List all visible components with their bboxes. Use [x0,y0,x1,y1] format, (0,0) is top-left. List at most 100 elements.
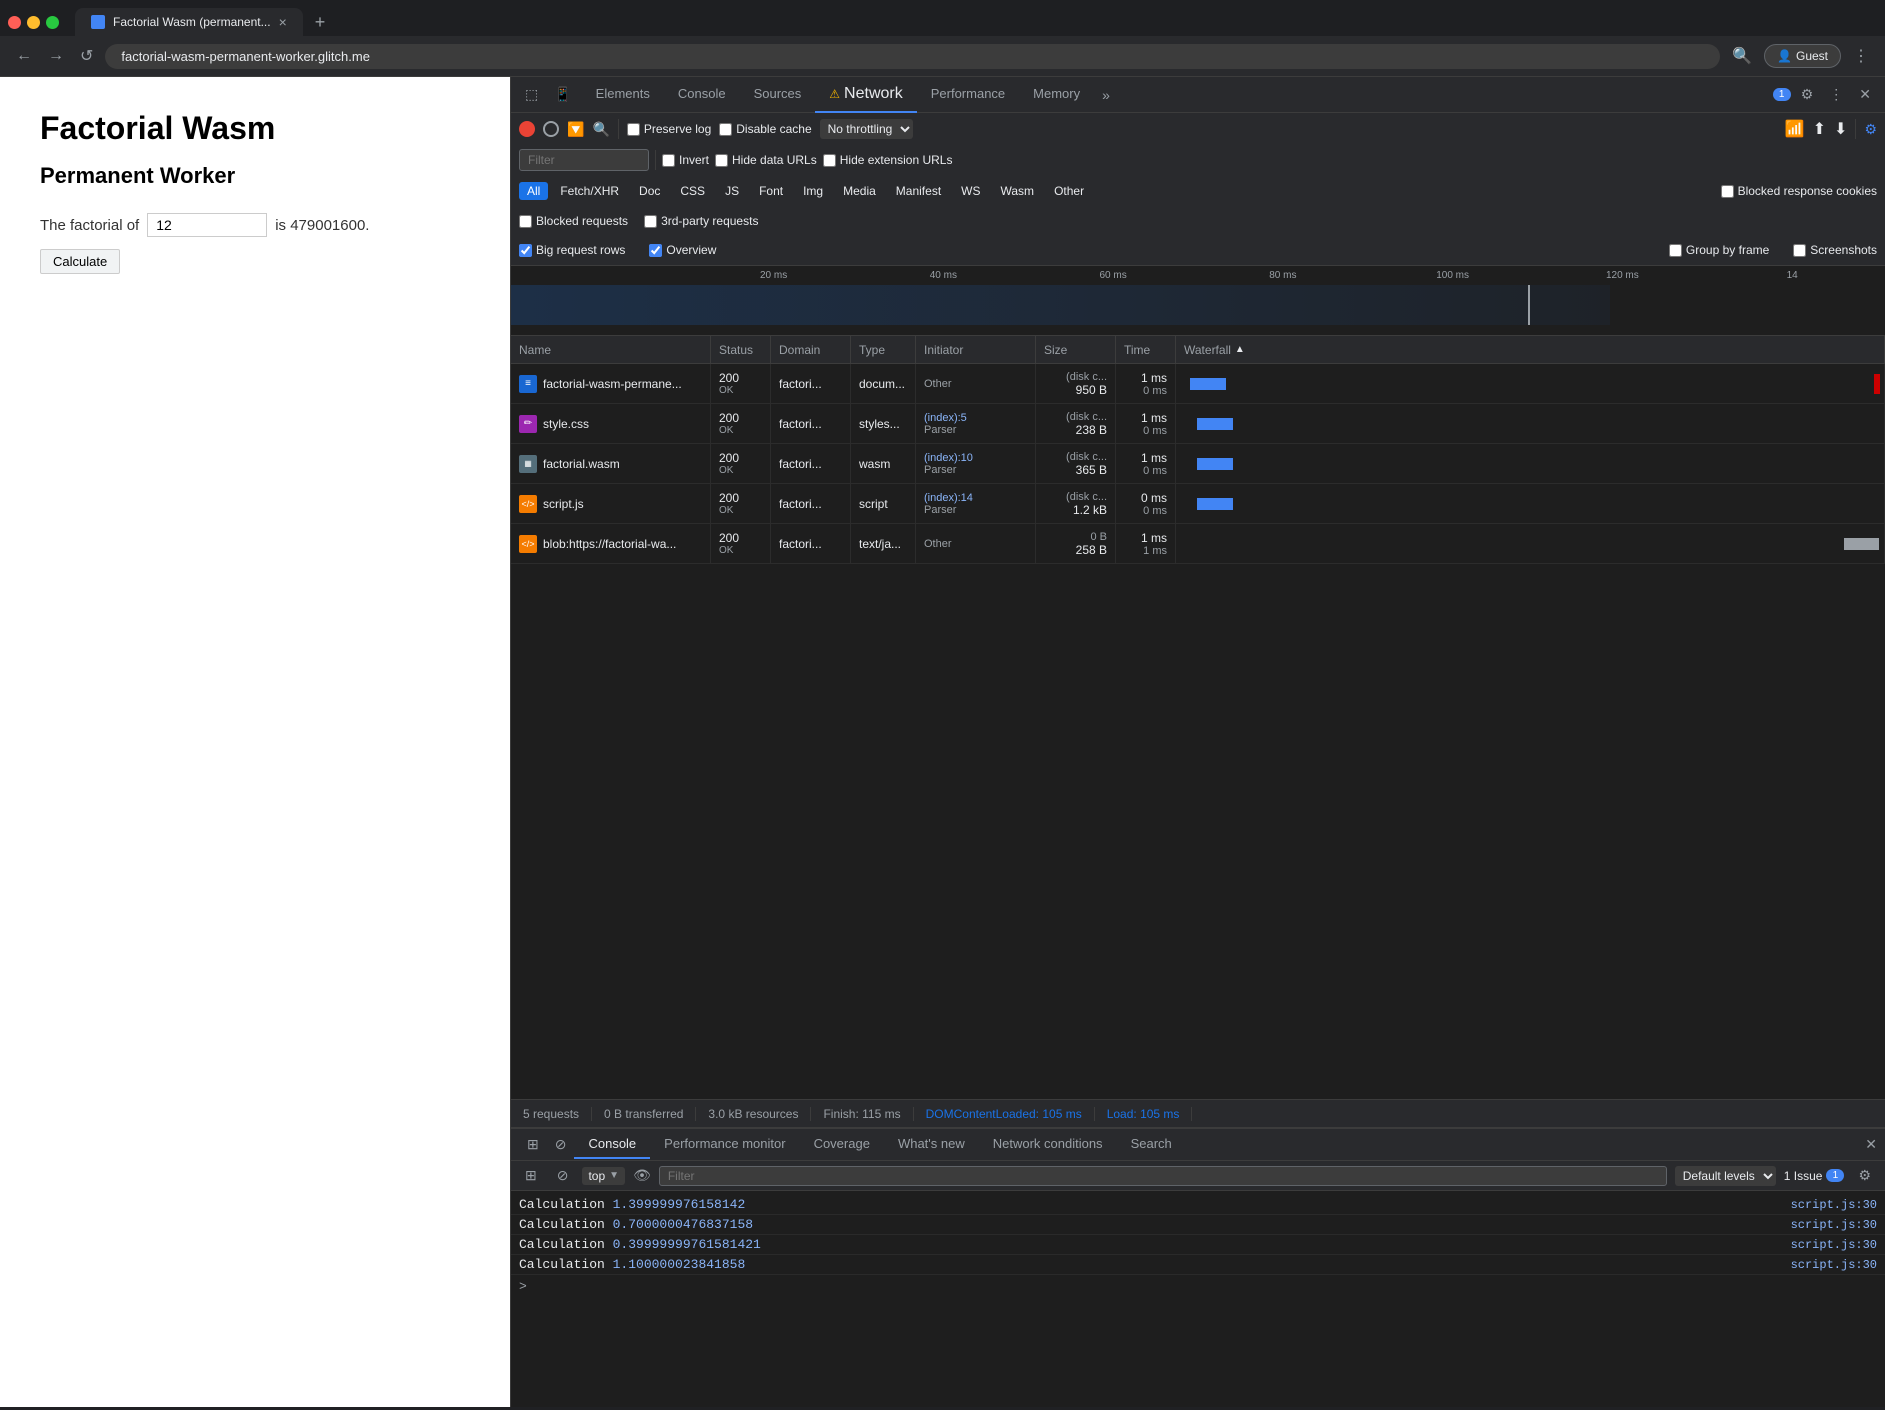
invert-checkbox[interactable] [662,154,675,167]
back-btn[interactable]: ← [12,43,36,69]
tab-close-btn[interactable]: × [279,14,287,30]
blocked-cookies-label[interactable]: Blocked response cookies [1721,184,1877,198]
browser-tab[interactable]: Factorial Wasm (permanent... × [75,8,303,36]
close-traffic-light[interactable] [8,16,21,29]
tab-memory[interactable]: Memory [1019,78,1094,111]
reload-btn[interactable]: ↺ [76,42,97,70]
th-initiator[interactable]: Initiator [916,336,1036,363]
tab-performance[interactable]: Performance [917,78,1019,111]
network-table[interactable]: ≡ factorial-wasm-permane... 200 OK facto… [511,364,1885,1099]
throttle-select[interactable]: No throttling [820,119,913,139]
type-filter-all[interactable]: All [519,182,548,200]
bottom-tab-console[interactable]: Console [574,1130,650,1159]
tab-more-btn[interactable]: » [1094,83,1118,107]
clear-btn[interactable] [543,121,559,137]
console-prompt[interactable]: > [511,1275,1885,1298]
third-party-checkbox[interactable] [644,215,657,228]
upload-icon[interactable]: ⬆ [1813,119,1826,139]
console-clear-icon[interactable]: ⊘ [551,1163,575,1188]
table-row[interactable]: </> script.js 200 OK factori... script (… [511,484,1885,524]
record-btn[interactable] [519,121,535,137]
console-level-select[interactable]: Default levels [1675,1166,1776,1186]
bottom-tab-performance[interactable]: Performance monitor [650,1130,799,1159]
console-eye-icon[interactable]: 👁 [633,1167,651,1184]
th-time[interactable]: Time [1116,336,1176,363]
bottom-tab-network-conditions[interactable]: Network conditions [979,1130,1117,1159]
screenshots-checkbox[interactable] [1793,244,1806,257]
preserve-log-checkbox[interactable] [627,123,640,136]
type-filter-ws[interactable]: WS [953,182,988,200]
bottom-tab-coverage[interactable]: Coverage [800,1130,884,1159]
type-filter-other[interactable]: Other [1046,182,1092,200]
zoom-btn[interactable]: 🔍 [1728,42,1756,70]
th-size[interactable]: Size [1036,336,1116,363]
table-row[interactable]: ▦ factorial.wasm 200 OK factori... wasm … [511,444,1885,484]
factorial-input[interactable] [147,213,267,237]
disable-cache-label[interactable]: Disable cache [719,122,811,136]
console-link-1[interactable]: script.js:30 [1791,1198,1877,1212]
hide-ext-urls-label[interactable]: Hide extension URLs [823,153,953,167]
type-filter-js[interactable]: JS [717,182,747,200]
invert-label[interactable]: Invert [662,153,709,167]
overview-label[interactable]: Overview [649,243,716,257]
console-filter-input[interactable] [659,1166,1667,1186]
tab-sources[interactable]: Sources [740,78,816,111]
console-link-3[interactable]: script.js:30 [1791,1238,1877,1252]
disable-cache-checkbox[interactable] [719,123,732,136]
console-issues-btn[interactable]: 1 Issue 1 [1784,1169,1845,1183]
console-context-selector[interactable]: top ▼ [582,1167,625,1185]
th-name[interactable]: Name [511,336,711,363]
big-rows-checkbox[interactable] [519,244,532,257]
initiator-link-2[interactable]: (index):5 [924,412,967,424]
type-filter-font[interactable]: Font [751,182,791,200]
tab-elements[interactable]: Elements [582,78,664,111]
download-icon[interactable]: ⬇ [1834,119,1847,139]
address-bar[interactable]: factorial-wasm-permanent-worker.glitch.m… [105,44,1720,69]
hide-data-urls-checkbox[interactable] [715,154,728,167]
calculate-btn[interactable]: Calculate [40,249,120,274]
type-filter-doc[interactable]: Doc [631,182,668,200]
table-row[interactable]: ✏ style.css 200 OK factori... styles... … [511,404,1885,444]
network-settings-icon[interactable]: ⚙ [1864,121,1877,138]
bottom-tab-search[interactable]: Search [1117,1130,1186,1159]
type-filter-img[interactable]: Img [795,182,831,200]
type-filter-media[interactable]: Media [835,182,884,200]
devtools-close-btn[interactable]: ✕ [1853,82,1877,107]
initiator-link-3[interactable]: (index):10 [924,452,973,464]
minimize-traffic-light[interactable] [27,16,40,29]
type-filter-css[interactable]: CSS [672,182,713,200]
tab-console[interactable]: Console [664,78,740,111]
bottom-tab-whatsnew[interactable]: What's new [884,1130,979,1159]
table-row[interactable]: </> blob:https://factorial-wa... 200 OK … [511,524,1885,564]
hide-ext-urls-checkbox[interactable] [823,154,836,167]
type-filter-fetch[interactable]: Fetch/XHR [552,182,627,200]
console-link-2[interactable]: script.js:30 [1791,1218,1877,1232]
devtools-settings-btn[interactable]: ⚙ [1795,82,1820,107]
filter-input[interactable] [519,149,649,171]
table-row[interactable]: ≡ factorial-wasm-permane... 200 OK facto… [511,364,1885,404]
preserve-log-label[interactable]: Preserve log [627,122,711,136]
group-by-frame-label[interactable]: Group by frame [1669,243,1769,257]
th-type[interactable]: Type [851,336,916,363]
blocked-requests-checkbox[interactable] [519,215,532,228]
devtools-more-btn[interactable]: ⋮ [1823,82,1849,107]
forward-btn[interactable]: → [44,43,68,69]
filter-icon-btn[interactable]: 🔽 [567,121,584,138]
console-sidebar-icon[interactable]: ⊞ [519,1163,543,1188]
big-rows-label[interactable]: Big request rows [519,243,625,257]
th-status[interactable]: Status [711,336,771,363]
guest-btn[interactable]: 👤 Guest [1764,44,1841,68]
devtools-select-icon[interactable]: ⬚ [519,82,544,107]
bottom-panel-close[interactable]: ✕ [1865,1136,1877,1153]
third-party-label[interactable]: 3rd-party requests [644,214,758,228]
initiator-link-4[interactable]: (index):14 [924,492,973,504]
th-domain[interactable]: Domain [771,336,851,363]
th-waterfall[interactable]: Waterfall ▲ [1176,336,1885,363]
screenshots-label[interactable]: Screenshots [1793,243,1877,257]
bottom-panel-clear[interactable]: ⊘ [547,1132,575,1157]
type-filter-wasm[interactable]: Wasm [993,182,1043,200]
more-btn[interactable]: ⋮ [1849,42,1873,70]
group-by-frame-checkbox[interactable] [1669,244,1682,257]
devtools-device-icon[interactable]: 📱 [548,82,577,107]
console-link-4[interactable]: script.js:30 [1791,1258,1877,1272]
